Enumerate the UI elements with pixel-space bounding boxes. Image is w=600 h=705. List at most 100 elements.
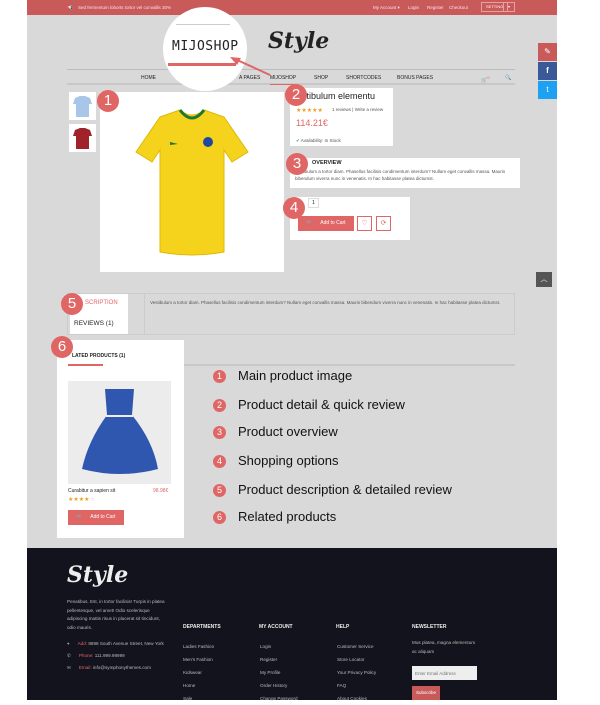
legend-item-1: 1 Main product image	[213, 368, 352, 383]
scroll-top-button[interactable]: ︿	[536, 272, 552, 287]
footer-account-links: Login Register My Profile Order History Chan…	[260, 640, 298, 705]
cart-icon: 🛒	[306, 220, 313, 226]
footer-newsletter-heading: NEWSLETTER	[412, 624, 447, 630]
footer-link[interactable]: FAQ	[337, 679, 376, 692]
write-review-link[interactable]: Write a review	[355, 107, 383, 112]
badge-5: 5	[61, 293, 83, 315]
tab-description[interactable]: SCRIPTION	[85, 300, 118, 306]
cart-icon[interactable]: 🛒0	[481, 75, 489, 84]
newsletter-text: Mus platea, magna elementum ac aliquam	[412, 640, 476, 654]
related-product-name[interactable]: Curabitur a sapien sit	[68, 488, 115, 494]
badge-2: 2	[285, 84, 307, 106]
footer-link[interactable]: Your Privacy Policy	[337, 666, 376, 679]
product-price: 114.21€	[296, 118, 328, 128]
register-link[interactable]: Register	[427, 5, 444, 10]
add-to-cart-button[interactable]: 🛒 Add to Cart	[298, 216, 354, 231]
cart-icon: 🛒	[76, 514, 83, 520]
checkout-link[interactable]: Checkout	[449, 5, 468, 10]
footer-logo: Style	[67, 562, 129, 588]
search-icon[interactable]: 🔍	[505, 75, 511, 81]
footer-link[interactable]: My Profile	[260, 666, 298, 679]
login-link[interactable]: Login	[408, 5, 419, 10]
related-product-image[interactable]	[68, 381, 171, 484]
tabs-panel: SCRIPTION REVIEWS (1) Vestibulum a torto…	[67, 293, 515, 335]
legend-item-4: 4 Shopping options	[213, 453, 338, 468]
check-icon: ✔	[296, 138, 300, 143]
magnified-mijoshop: MIJOSHOP	[172, 39, 239, 54]
shopping-options: 1 🛒 Add to Cart ♡ ⟳	[290, 197, 410, 240]
footer-link[interactable]: Register	[260, 653, 298, 666]
facebook-icon[interactable]: f	[538, 62, 557, 80]
overview-heading: OVERVIEW	[312, 160, 342, 166]
rating-stars: ★★★★★	[296, 108, 323, 114]
footer-account-heading: MY ACCOUNT	[259, 624, 293, 630]
availability-text: Availability: In Stock	[300, 138, 341, 143]
related-products: LATED PRODUCTS (1) Curabitur a sapien si…	[57, 340, 184, 538]
badge-4: 4	[283, 197, 305, 219]
related-rating-stars: ★★★★☆	[68, 497, 95, 503]
add-to-cart-label: Add to Cart	[320, 220, 346, 226]
setting-dropdown-button[interactable]: ▾	[503, 2, 516, 12]
arrow-annotation	[230, 57, 271, 76]
related-product-price: 98.98€	[153, 488, 169, 494]
newsletter-email-input[interactable]	[412, 666, 477, 680]
reviews-count[interactable]: 1 reviews	[332, 107, 351, 112]
main-nav: HOME A PAGES MIJOSHOP SHOP SHORTCODES BO…	[67, 69, 515, 85]
reviews-link[interactable]: 1 reviews | Write a review	[332, 106, 383, 113]
legend-item-2: 2 Product detail & quick review	[213, 397, 405, 412]
wrench-icon[interactable]: ✎	[538, 43, 557, 61]
footer-departments-links: Ladies Fashion Men's Fashion Kidswear Home S…	[183, 640, 214, 705]
availability: ✔ Availability: In Stock	[296, 137, 341, 144]
email-icon: ✉	[67, 665, 71, 670]
product-overview: OVERVIEW Vestibulum a tortor diam. Phase…	[290, 158, 520, 188]
product-title: stibulum elementu	[302, 91, 376, 101]
footer-link[interactable]: Home	[183, 679, 214, 692]
footer-link[interactable]: About Cookies	[337, 692, 376, 705]
related-add-to-cart-button[interactable]: 🛒 Add to Cart	[68, 510, 124, 525]
phone-icon: ✆	[67, 653, 71, 658]
legend-item-3: 3 Product overview	[213, 424, 338, 439]
location-icon: ⌖	[67, 641, 70, 646]
related-add-to-cart-label: Add to Cart	[90, 514, 116, 520]
badge-3: 3	[286, 153, 308, 175]
footer-link[interactable]: Ladies Fashion	[183, 640, 214, 653]
thumbnail-1[interactable]	[69, 92, 96, 120]
footer-link[interactable]: Order History	[260, 679, 298, 692]
footer-link[interactable]: Customer Service	[337, 640, 376, 653]
badge-1: 1	[97, 90, 119, 112]
footer-link[interactable]: Login	[260, 640, 298, 653]
footer-link[interactable]: Change Password	[260, 692, 298, 705]
nav-home[interactable]: HOME	[141, 75, 156, 81]
twitter-icon[interactable]: t	[538, 81, 557, 99]
top-bar: 📢 Sed fermentum loborts tortor vel conva…	[27, 0, 557, 15]
nav-shortcodes[interactable]: SHORTCODES	[346, 75, 381, 81]
footer: Style Penatibus. Est, in tortor facilisi…	[27, 548, 557, 701]
tab-reviews[interactable]: REVIEWS (1)	[74, 320, 114, 327]
my-account-link[interactable]: My Account ▾	[373, 5, 400, 11]
footer-about: Penatibus. Est, in tortor facilisis! Tur…	[67, 599, 165, 630]
footer-link[interactable]: Kidswear	[183, 666, 214, 679]
nav-shop[interactable]: SHOP	[314, 75, 328, 81]
footer-help-heading: HELP	[336, 624, 350, 630]
subscribe-button[interactable]: Subscribe	[412, 686, 440, 700]
footer-link[interactable]: Store Locator	[337, 653, 376, 666]
footer-link[interactable]: Sale	[183, 692, 214, 705]
legend-item-5: 5 Product description & detailed review	[213, 482, 452, 497]
footer-link[interactable]: Men's Fashion	[183, 653, 214, 666]
legend-item-6: 6 Related products	[213, 509, 336, 524]
promo-text: Sed fermentum loborts tortor vel convall…	[78, 5, 172, 10]
main-product-image[interactable]	[100, 92, 284, 272]
description-content: Vestibulum a tortor diam. Phasellus faci…	[150, 300, 501, 305]
related-heading: LATED PRODUCTS (1)	[72, 353, 126, 359]
compare-icon[interactable]: ⟳	[376, 216, 391, 231]
overview-text: Vestibulum a tortor diam. Phasellus faci…	[295, 169, 506, 181]
cart-count: 0	[487, 75, 490, 80]
thumbnail-2[interactable]	[69, 124, 96, 152]
wishlist-heart-icon[interactable]: ♡	[357, 216, 372, 231]
footer-contact: ⌖ Add: 8888 South Avenue Street, New York…	[67, 641, 164, 670]
quantity-input[interactable]: 1	[308, 198, 319, 208]
nav-bonus-pages[interactable]: BONUS PAGES	[397, 75, 433, 81]
megaphone-icon: 📢	[67, 5, 73, 10]
badge-6: 6	[51, 336, 73, 358]
logo[interactable]: Style	[268, 28, 329, 54]
